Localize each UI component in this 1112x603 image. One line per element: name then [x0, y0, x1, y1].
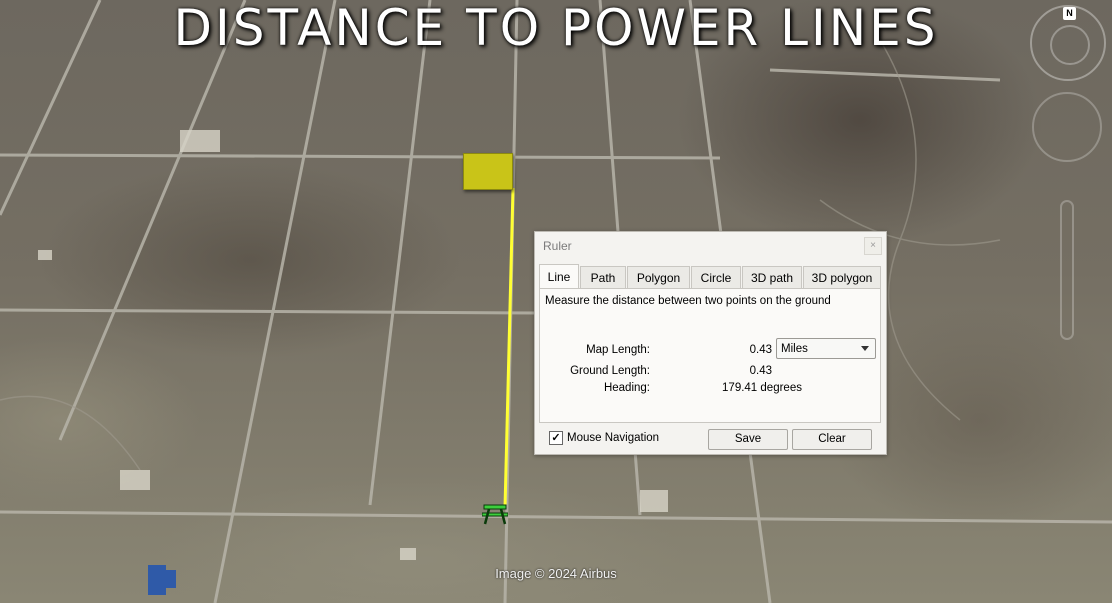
map-length-value: 0.43: [749, 344, 772, 356]
tab-3d-polygon[interactable]: 3D polygon: [803, 266, 881, 288]
overlay-title: DISTANCE TO POWER LINES: [173, 0, 939, 57]
ground-length-value: 0.43: [749, 365, 772, 377]
compass-ring: [1050, 25, 1090, 65]
placemark-polygon[interactable]: [463, 153, 513, 190]
ruler-title: Ruler: [543, 239, 572, 253]
unit-select-value: Miles: [781, 343, 808, 355]
zoom-slider[interactable]: [1060, 200, 1074, 340]
mouse-navigation-label[interactable]: Mouse Navigation: [567, 432, 659, 444]
picnic-table-icon[interactable]: [482, 503, 508, 525]
look-control[interactable]: [1032, 92, 1102, 162]
close-icon[interactable]: ×: [864, 237, 882, 255]
ruler-titlebar[interactable]: Ruler ×: [535, 232, 886, 260]
ruler-description: Measure the distance between two points …: [545, 295, 831, 307]
heading-value: 179.41 degrees: [722, 382, 802, 394]
heading-label: Heading:: [603, 382, 650, 394]
imagery-attribution: Image © 2024 Airbus: [495, 566, 617, 581]
tab-3d-path[interactable]: 3D path: [742, 266, 802, 288]
compass-north-label: N: [1063, 7, 1076, 20]
chevron-down-icon: [861, 346, 869, 351]
tab-circle[interactable]: Circle: [691, 266, 741, 288]
compass-icon[interactable]: N: [1030, 5, 1106, 81]
save-button[interactable]: Save: [708, 429, 788, 450]
clear-button[interactable]: Clear: [792, 429, 872, 450]
unit-select[interactable]: Miles: [776, 338, 876, 359]
tab-line[interactable]: Line: [539, 264, 579, 288]
tab-path[interactable]: Path: [580, 266, 626, 288]
tab-polygon[interactable]: Polygon: [627, 266, 690, 288]
ruler-dialog: Ruler × Line Path Polygon Circle 3D path…: [534, 231, 887, 455]
ruler-footer: ✓ Mouse Navigation Save Clear: [535, 426, 886, 454]
checkbox-icon[interactable]: ✓: [549, 431, 563, 445]
map-length-label: Map Length:: [586, 344, 650, 356]
ground-length-label: Ground Length:: [570, 365, 650, 377]
ruler-line-panel: Measure the distance between two points …: [539, 288, 881, 423]
